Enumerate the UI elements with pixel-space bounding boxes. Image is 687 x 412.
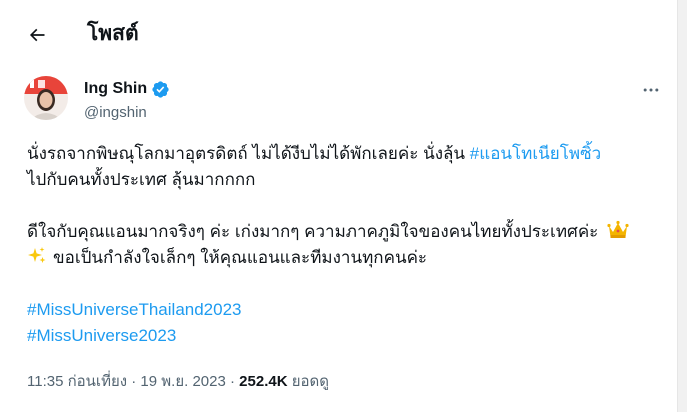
arrow-left-icon xyxy=(29,28,45,42)
author-display-name[interactable]: Ing Shin xyxy=(84,79,147,99)
page-title: โพสต์ xyxy=(87,22,139,45)
tweet-text-segment: นั่งรถจากพิษณุโลกมาอุตรดิตถ์ ไม่ได้งีบไม… xyxy=(27,144,470,163)
tweet-line: ไปกับคนทั้งประเทศ ลุ้นมากกกก xyxy=(27,167,667,193)
tweet-line: ดีใจกับคุณแอนมากจริงๆ ค่ะ เก่งมากๆ ความภ… xyxy=(27,219,667,245)
verified-badge-icon xyxy=(152,81,169,98)
tweet-text: นั่งรถจากพิษณุโลกมาอุตรดิตถ์ ไม่ได้งีบไม… xyxy=(27,141,667,349)
views-count: 252.4K xyxy=(239,373,288,390)
back-button[interactable] xyxy=(20,18,54,52)
views-label: ยอดดู xyxy=(287,373,329,390)
hashtag-link-missuniversethailand2023[interactable]: #MissUniverseThailand2023 xyxy=(27,300,242,319)
post-header: โพสต์ xyxy=(0,0,678,70)
crown-icon xyxy=(607,220,629,238)
meta-separator: · xyxy=(225,373,240,390)
tweet-text-segment: ขอเป็นกำลังใจเล็กๆ ให้คุณแอนและทีมงานทุก… xyxy=(53,248,428,267)
tweet-line: #MissUniverse2023 xyxy=(27,323,667,349)
tweet-line: #MissUniverseThailand2023 xyxy=(27,297,667,323)
tweet-text-segment: ดีใจกับคุณแอนมากจริงๆ ค่ะ เก่งมากๆ ความภ… xyxy=(27,222,599,241)
tweet-text-segment: ไปกับคนทั้งประเทศ ลุ้นมากกกก xyxy=(27,170,256,189)
avatar[interactable] xyxy=(24,76,68,120)
meta-separator: · xyxy=(127,373,141,390)
tweet-date[interactable]: 19 พ.ย. 2023 xyxy=(140,373,225,390)
more-horizontal-icon xyxy=(643,88,659,92)
tweet-metadata: 11:35 ก่อนเที่ยง · 19 พ.ย. 2023 · 252.4K… xyxy=(27,372,329,392)
hashtag-link-missuniverse2023[interactable]: #MissUniverse2023 xyxy=(27,326,176,345)
sparkles-icon xyxy=(28,247,46,263)
tweet-line: ขอเป็นกำลังใจเล็กๆ ให้คุณแอนและทีมงานทุก… xyxy=(27,245,667,271)
more-options-button[interactable] xyxy=(636,80,666,100)
author-handle[interactable]: @ingshin xyxy=(84,103,147,123)
page-scrollbar[interactable] xyxy=(677,0,687,412)
hashtag-link-antonia[interactable]: #แอนโทเนียโพซิ้ว xyxy=(470,144,601,163)
tweet-time[interactable]: 11:35 ก่อนเที่ยง xyxy=(27,373,127,390)
tweet-line: นั่งรถจากพิษณุโลกมาอุตรดิตถ์ ไม่ได้งีบไม… xyxy=(27,141,667,167)
